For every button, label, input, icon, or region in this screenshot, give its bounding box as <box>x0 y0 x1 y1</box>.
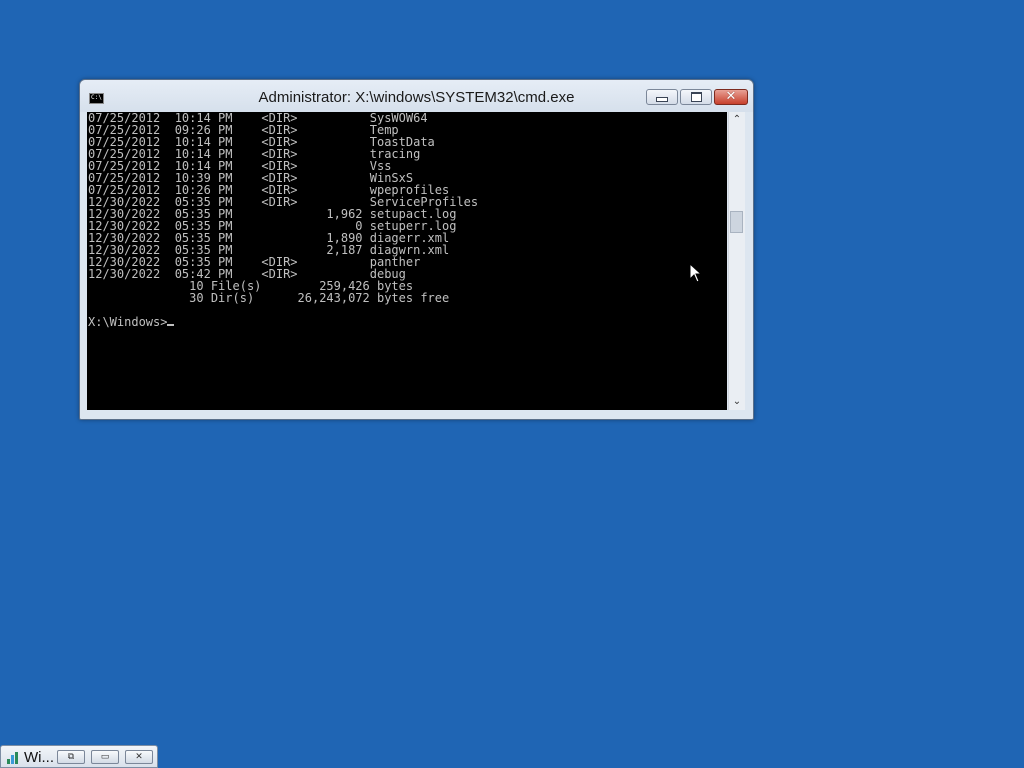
close-icon: ✕ <box>725 89 737 104</box>
taskbar-maximize-button[interactable]: ▭ <box>91 750 119 764</box>
taskbar-close-button[interactable]: ✕ <box>125 750 153 764</box>
title-bar[interactable]: C:\ Administrator: X:\windows\SYSTEM32\c… <box>80 80 753 112</box>
taskbar-item-label: Wi... <box>24 749 54 766</box>
taskbar-restore-button[interactable]: ⧉ <box>57 750 85 764</box>
scroll-up-arrow-icon[interactable]: ⌃ <box>729 112 745 128</box>
maximize-icon <box>690 92 702 102</box>
vertical-scrollbar[interactable]: ⌃ ⌄ <box>728 112 745 410</box>
console-prompt: X:\Windows> <box>88 315 168 329</box>
close-icon: ✕ <box>135 752 143 762</box>
scroll-down-arrow-icon[interactable]: ⌄ <box>729 394 745 410</box>
app-chart-icon <box>7 752 18 764</box>
cmd-window[interactable]: C:\ Administrator: X:\windows\SYSTEM32\c… <box>79 79 754 420</box>
console-text: 07/25/2012 10:14 PM <DIR> SysWOW64 07/25… <box>87 112 727 328</box>
taskbar-item-cmd[interactable]: Wi... ⧉ ▭ ✕ <box>0 745 158 768</box>
console-line: 30 Dir(s) 26,243,072 bytes free <box>88 291 450 305</box>
mouse-pointer-icon <box>689 263 703 283</box>
close-button[interactable]: ✕ <box>714 89 748 105</box>
minimize-icon <box>656 96 668 102</box>
maximize-button[interactable] <box>680 89 712 105</box>
minimize-button[interactable] <box>646 89 678 105</box>
console-output[interactable]: 07/25/2012 10:14 PM <DIR> SysWOW64 07/25… <box>87 112 727 410</box>
restore-icon: ⧉ <box>67 752 75 762</box>
text-cursor <box>167 324 175 326</box>
scrollbar-thumb[interactable] <box>730 211 743 233</box>
maximize-icon: ▭ <box>100 752 110 762</box>
